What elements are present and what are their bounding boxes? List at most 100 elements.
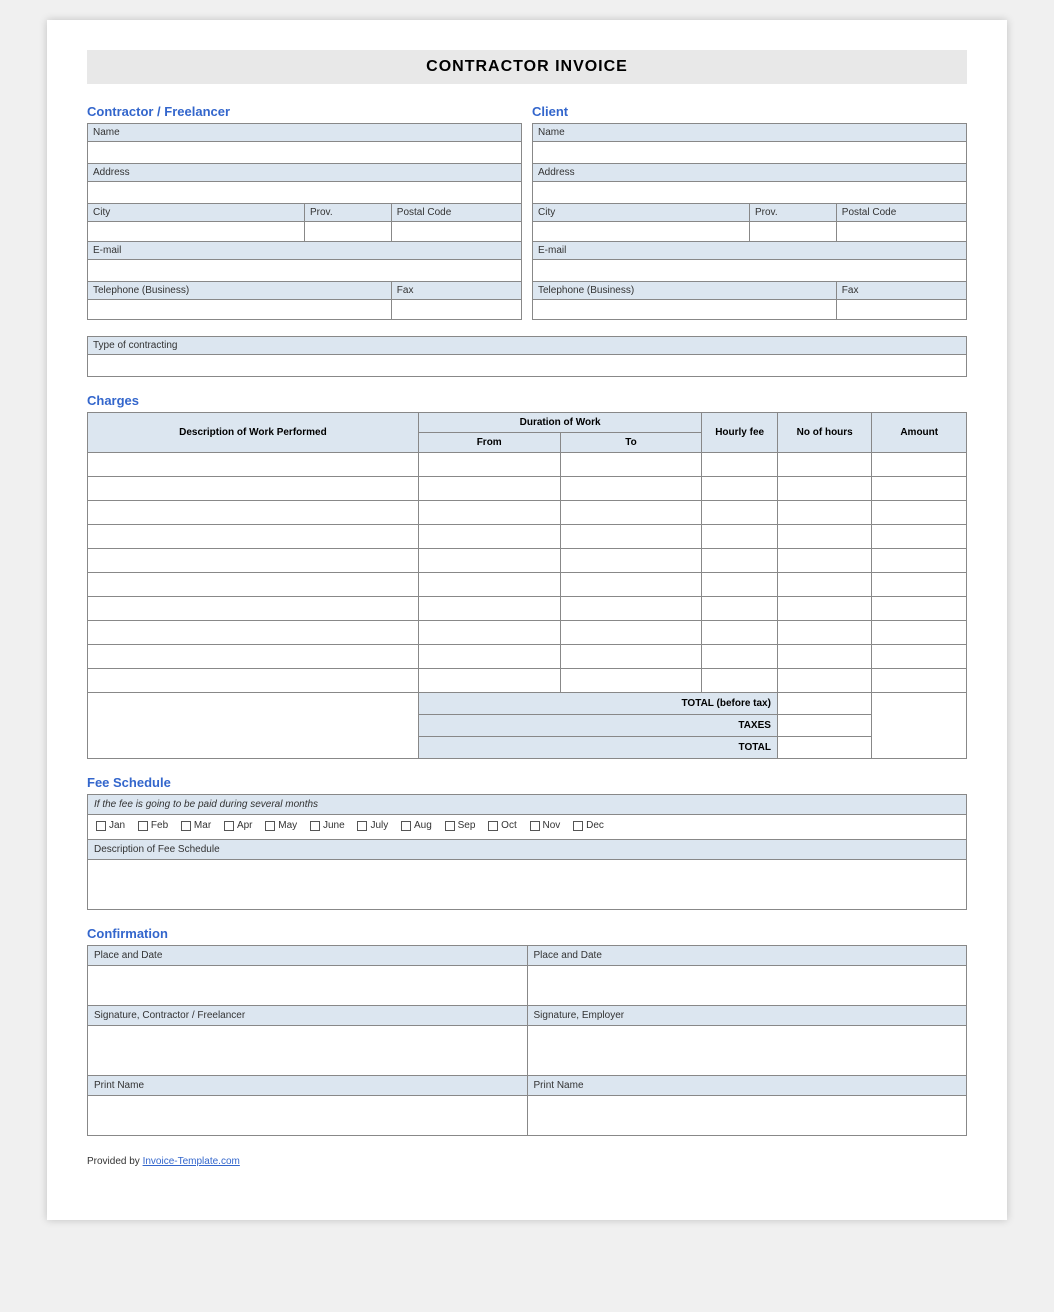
col-duration: Duration of Work — [418, 413, 702, 433]
month-july[interactable]: July — [357, 820, 388, 831]
confirm-print-right-label: Print Name — [527, 1075, 967, 1095]
contractor-fax-label: Fax — [391, 282, 521, 300]
checkbox-may[interactable] — [265, 821, 275, 831]
col-description: Description of Work Performed — [88, 413, 419, 453]
confirm-place-date-right-value[interactable] — [527, 965, 967, 1005]
client-tel-value[interactable] — [533, 300, 837, 320]
client-email-value[interactable] — [533, 260, 967, 282]
confirm-signature-right-label: Signature, Employer — [527, 1005, 967, 1025]
checkbox-june[interactable] — [310, 821, 320, 831]
contractor-postal-value[interactable] — [391, 222, 521, 242]
confirm-print-right-value[interactable] — [527, 1095, 967, 1135]
table-row[interactable] — [88, 525, 967, 549]
total-before-tax-value[interactable] — [777, 693, 872, 715]
contractor-tel-value[interactable] — [88, 300, 392, 320]
footer-link[interactable]: Invoice-Template.com — [143, 1156, 240, 1167]
client-postal-value[interactable] — [836, 222, 966, 242]
month-aug[interactable]: Aug — [401, 820, 432, 831]
client-fax-value[interactable] — [836, 300, 966, 320]
client-prov-value[interactable] — [750, 222, 837, 242]
client-address-label: Address — [533, 164, 967, 182]
contractor-city-label: City — [88, 204, 305, 222]
month-dec[interactable]: Dec — [573, 820, 604, 831]
contractor-postal-label: Postal Code — [391, 204, 521, 222]
month-may[interactable]: May — [265, 820, 297, 831]
confirmation-header: Confirmation — [87, 926, 967, 941]
contractor-email-value[interactable] — [88, 260, 522, 282]
confirm-place-date-right-label: Place and Date — [527, 945, 967, 965]
contractor-address-value[interactable] — [88, 182, 522, 204]
page-title: CONTRACTOR INVOICE — [87, 50, 967, 84]
table-row[interactable] — [88, 573, 967, 597]
checkbox-apr[interactable] — [224, 821, 234, 831]
contractor-fax-value[interactable] — [391, 300, 521, 320]
col-from: From — [418, 433, 560, 453]
table-row[interactable] — [88, 453, 967, 477]
taxes-label: TAXES — [418, 715, 777, 737]
client-email-label: E-mail — [533, 242, 967, 260]
table-row[interactable] — [88, 669, 967, 693]
checkbox-dec[interactable] — [573, 821, 583, 831]
contractor-address-label: Address — [88, 164, 522, 182]
table-row[interactable] — [88, 597, 967, 621]
table-row[interactable] — [88, 501, 967, 525]
col-hourly: Hourly fee — [702, 413, 778, 453]
month-apr[interactable]: Apr — [224, 820, 253, 831]
taxes-value[interactable] — [777, 715, 872, 737]
month-oct[interactable]: Oct — [488, 820, 517, 831]
contractor-city-value[interactable] — [88, 222, 305, 242]
client-city-value[interactable] — [533, 222, 750, 242]
month-jan[interactable]: Jan — [96, 820, 125, 831]
contractor-prov-label: Prov. — [305, 204, 392, 222]
total-before-tax-label: TOTAL (before tax) — [418, 693, 777, 715]
month-june[interactable]: June — [310, 820, 345, 831]
col-hours: No of hours — [777, 413, 872, 453]
client-name-label: Name — [533, 124, 967, 142]
checkbox-jan[interactable] — [96, 821, 106, 831]
month-nov[interactable]: Nov — [530, 820, 561, 831]
checkbox-oct[interactable] — [488, 821, 498, 831]
contractor-tel-label: Telephone (Business) — [88, 282, 392, 300]
contractor-name-label: Name — [88, 124, 522, 142]
total-value[interactable] — [777, 737, 872, 759]
month-feb[interactable]: Feb — [138, 820, 168, 831]
checkbox-mar[interactable] — [181, 821, 191, 831]
client-name-value[interactable] — [533, 142, 967, 164]
checkbox-feb[interactable] — [138, 821, 148, 831]
months-row: Jan Feb Mar Apr May June July Aug Sep Oc… — [88, 815, 967, 840]
charges-header: Charges — [87, 393, 967, 408]
total-label: TOTAL — [418, 737, 777, 759]
checkbox-aug[interactable] — [401, 821, 411, 831]
client-prov-label: Prov. — [750, 204, 837, 222]
fee-note: If the fee is going to be paid during se… — [88, 795, 967, 815]
month-mar[interactable]: Mar — [181, 820, 211, 831]
col-to: To — [560, 433, 702, 453]
confirm-print-left-value[interactable] — [88, 1095, 528, 1135]
contractor-prov-value[interactable] — [305, 222, 392, 242]
fee-desc-value[interactable] — [88, 859, 967, 909]
checkbox-july[interactable] — [357, 821, 367, 831]
confirm-signature-right-value[interactable] — [527, 1025, 967, 1075]
fee-desc-label: Description of Fee Schedule — [88, 839, 967, 859]
checkbox-nov[interactable] — [530, 821, 540, 831]
confirm-place-date-left-value[interactable] — [88, 965, 528, 1005]
type-contracting-label: Type of contracting — [88, 337, 967, 355]
fee-schedule-header: Fee Schedule — [87, 775, 967, 790]
client-address-value[interactable] — [533, 182, 967, 204]
confirm-signature-left-label: Signature, Contractor / Freelancer — [88, 1005, 528, 1025]
footer: Provided by Invoice-Template.com — [87, 1156, 967, 1167]
checkbox-sep[interactable] — [445, 821, 455, 831]
contractor-name-value[interactable] — [88, 142, 522, 164]
table-row[interactable] — [88, 477, 967, 501]
month-sep[interactable]: Sep — [445, 820, 476, 831]
contractor-email-label: E-mail — [88, 242, 522, 260]
table-row[interactable] — [88, 621, 967, 645]
confirm-signature-left-value[interactable] — [88, 1025, 528, 1075]
confirm-print-left-label: Print Name — [88, 1075, 528, 1095]
confirm-place-date-left-label: Place and Date — [88, 945, 528, 965]
type-contracting-value[interactable] — [88, 355, 967, 377]
table-row[interactable] — [88, 549, 967, 573]
col-amount: Amount — [872, 413, 967, 453]
table-row[interactable] — [88, 645, 967, 669]
client-tel-label: Telephone (Business) — [533, 282, 837, 300]
